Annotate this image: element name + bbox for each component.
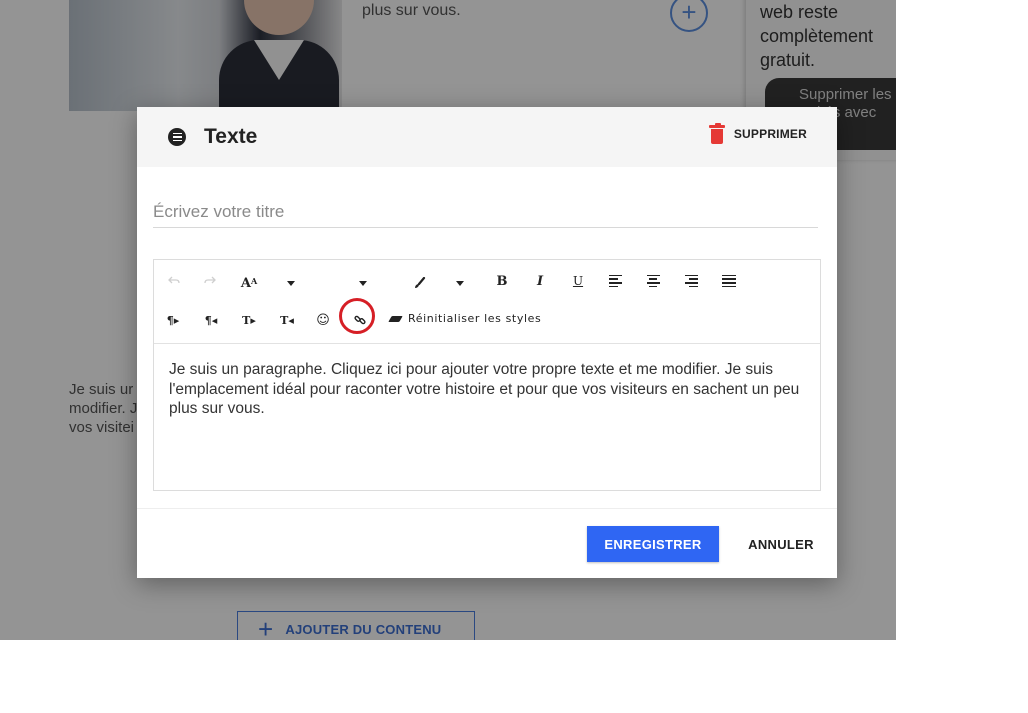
save-button[interactable]: ENREGISTRER xyxy=(587,526,719,562)
footer-divider xyxy=(137,508,837,509)
undo-icon[interactable] xyxy=(162,268,186,292)
outdent-icon[interactable]: T◂ xyxy=(275,308,299,332)
align-justify-icon[interactable] xyxy=(717,269,741,293)
dialog-title: Texte xyxy=(204,125,258,148)
title-input[interactable] xyxy=(153,197,818,228)
text-block-icon xyxy=(168,128,186,146)
font-size-dropdown-icon[interactable] xyxy=(279,271,303,295)
cancel-button[interactable]: ANNULER xyxy=(741,526,821,562)
editor-toolbar: AA B I U ¶▸ ¶◂ T▸ T◂ ☺ Réinitialiser les… xyxy=(154,260,820,344)
eraser-icon xyxy=(388,315,403,322)
align-center-icon[interactable] xyxy=(641,269,665,293)
align-left-icon[interactable] xyxy=(603,269,627,293)
indent-icon[interactable]: T▸ xyxy=(237,308,261,332)
link-icon[interactable] xyxy=(348,308,372,332)
trash-icon xyxy=(708,123,725,144)
delete-button[interactable]: SUPPRIMER xyxy=(708,123,807,144)
italic-button[interactable]: I xyxy=(528,269,552,293)
font-family-dropdown-icon[interactable] xyxy=(351,271,375,295)
text-color-brush-icon[interactable] xyxy=(408,271,432,295)
redo-icon[interactable] xyxy=(198,268,222,292)
reset-styles-button[interactable]: Réinitialiser les styles xyxy=(388,312,542,325)
paragraph-ltr-icon[interactable]: ¶▸ xyxy=(161,308,185,332)
text-editor-dialog: Texte SUPPRIMER AA B I U xyxy=(137,107,837,578)
reset-styles-label: Réinitialiser les styles xyxy=(408,312,542,325)
text-color-dropdown-icon[interactable] xyxy=(448,271,472,295)
dialog-header: Texte SUPPRIMER xyxy=(137,107,837,167)
underline-button[interactable]: U xyxy=(566,269,590,293)
rich-text-editor: AA B I U ¶▸ ¶◂ T▸ T◂ ☺ Réinitialiser les… xyxy=(153,259,821,491)
paragraph-rtl-icon[interactable]: ¶◂ xyxy=(199,308,223,332)
align-right-icon[interactable] xyxy=(679,269,703,293)
bold-button[interactable]: B xyxy=(490,269,514,293)
font-size-button[interactable]: AA xyxy=(237,271,261,295)
editor-content[interactable]: Je suis un paragraphe. Cliquez ici pour … xyxy=(154,344,820,419)
delete-label: SUPPRIMER xyxy=(733,127,807,141)
emoji-icon[interactable]: ☺ xyxy=(311,308,335,332)
